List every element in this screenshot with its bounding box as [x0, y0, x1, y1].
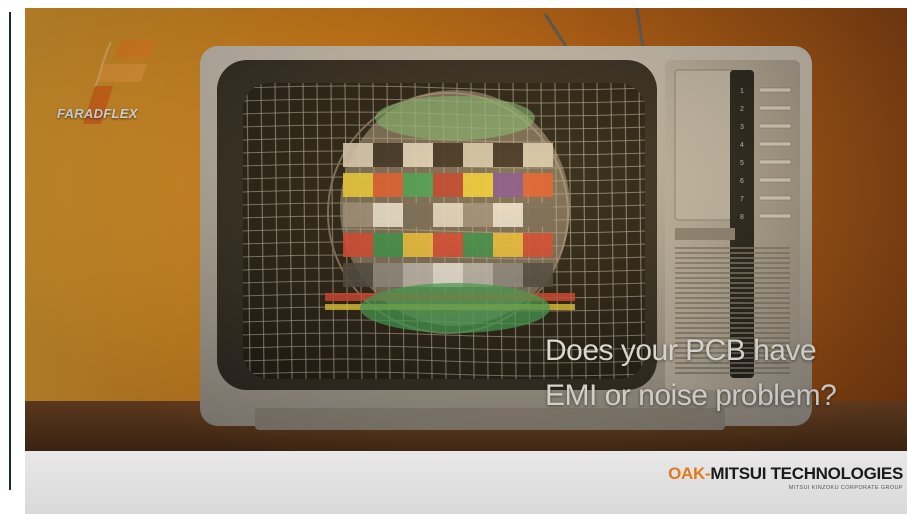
logo-wordmark: FARADFLEX: [57, 106, 138, 121]
svg-text:7: 7: [740, 196, 744, 203]
svg-text:6: 6: [740, 178, 744, 185]
antenna-left: [543, 13, 569, 49]
company-brand: OAK-MITSUI TECHNOLOGIES MITSUI KINZOKU C…: [668, 464, 903, 491]
brand-name: OAK-MITSUI TECHNOLOGIES: [668, 464, 903, 484]
hero-image: 1 2 3 4 5 6 7 8 FARADFLEX Does your PCB have EM…: [25, 8, 907, 451]
left-border-rule: [9, 12, 11, 490]
svg-text:1: 1: [740, 88, 744, 95]
brand-prefix: OAK-: [668, 464, 711, 483]
headline: Does your PCB have EMI or noise problem?: [545, 328, 905, 418]
headline-line-2: EMI or noise problem?: [545, 379, 837, 412]
headline-line-1: Does your PCB have: [545, 334, 817, 367]
footer-bar: OAK-MITSUI TECHNOLOGIES MITSUI KINZOKU C…: [25, 451, 907, 514]
ad-banner: 1 2 3 4 5 6 7 8 FARADFLEX Does your PCB have EM…: [25, 8, 907, 514]
svg-text:4: 4: [740, 142, 744, 149]
antenna-right: [635, 8, 645, 49]
brand-rest: MITSUI TECHNOLOGIES: [710, 464, 903, 483]
brand-subtitle: MITSUI KINZOKU CORPORATE GROUP: [788, 485, 903, 491]
svg-text:8: 8: [740, 214, 744, 221]
svg-text:2: 2: [740, 106, 744, 113]
svg-text:5: 5: [740, 160, 744, 167]
svg-text:3: 3: [740, 124, 744, 131]
faradflex-logo-icon: [83, 40, 155, 124]
